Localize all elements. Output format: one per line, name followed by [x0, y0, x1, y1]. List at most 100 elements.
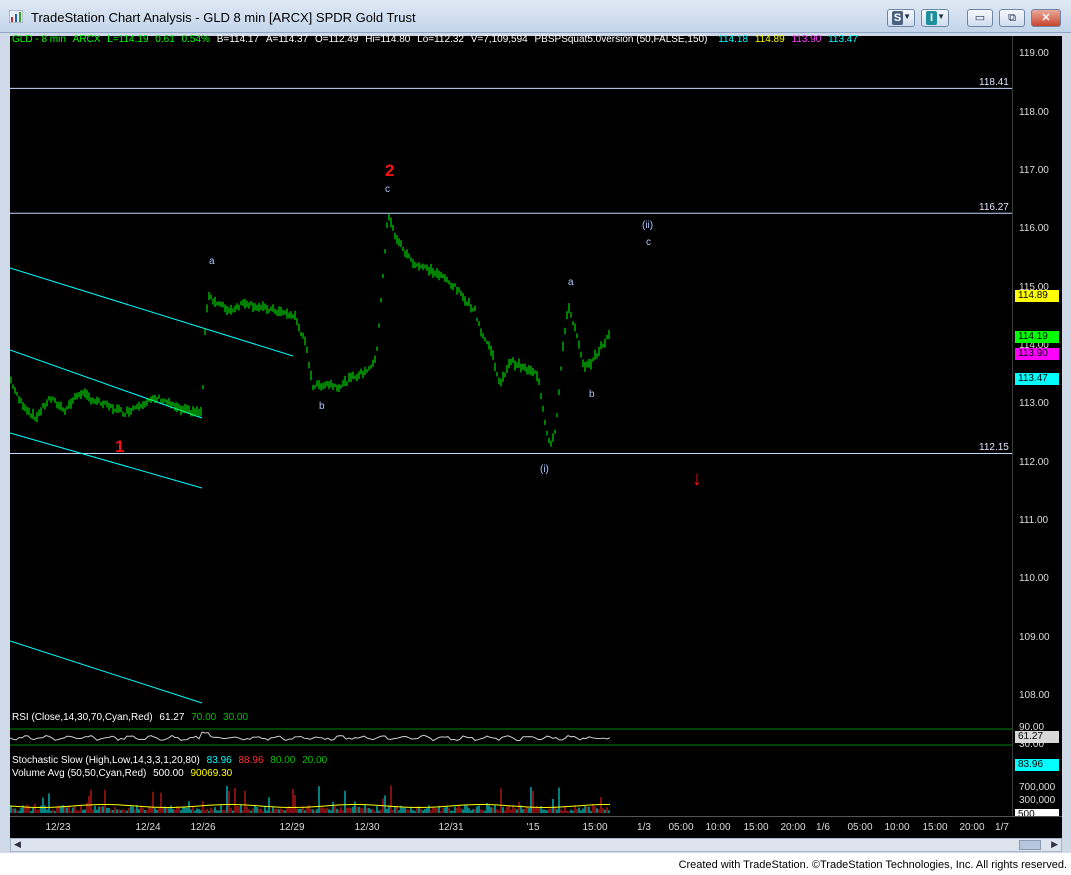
stoch-label: Stochastic Slow (High,Low,14,3,3,1,20,80…: [12, 755, 200, 766]
time-label: 12/31: [438, 822, 464, 833]
wave-label-ii: (ii): [642, 220, 654, 231]
minimize-button[interactable]: ▭: [967, 9, 993, 27]
price-label-113-90: 113.90: [1015, 348, 1059, 360]
price-tick: 117.00: [1019, 165, 1049, 176]
indicator-value-1: 114.18: [718, 34, 749, 45]
stoch-scale-value: 83.96: [1015, 759, 1059, 771]
wave-label-ii-c: c: [646, 237, 651, 248]
rsi-value: 61.27: [159, 712, 185, 723]
price-label-114-89: 114.89: [1015, 290, 1059, 302]
level-label-112-15: 112.15: [979, 442, 1009, 453]
indicator-name: PBSPSquat5.0version (50,FALSE,150): [534, 34, 708, 45]
wave-label-a-2: a: [568, 277, 574, 288]
s-glyph: S: [892, 11, 903, 25]
channel-line: [10, 267, 294, 357]
volume-value-1: 500.00: [153, 768, 184, 779]
price-tick: 113.00: [1019, 398, 1049, 409]
price-tick: 109.00: [1019, 632, 1050, 643]
volume-scale-700k: 700,000: [1019, 782, 1056, 793]
wave-label-b: b: [319, 401, 325, 412]
time-label: 15:00: [582, 822, 608, 833]
time-label: 12/30: [354, 822, 380, 833]
time-label: 20:00: [780, 822, 806, 833]
exchange-label: ARCX: [72, 34, 101, 45]
rsi-line: [10, 731, 611, 742]
time-label: 15:00: [922, 822, 948, 833]
volume-scale-300k: 300,000: [1019, 795, 1056, 806]
price-label-113-47: 113.47: [1015, 373, 1059, 385]
stoch-os-value: 20.00: [302, 755, 328, 766]
horizontal-scrollbar[interactable]: ◀ ▶: [10, 838, 1062, 852]
price-scale[interactable]: 119.00 118.00 117.00 116.00 115.00 114.0…: [1012, 36, 1062, 821]
footer-copyright: Created with TradeStation. ©TradeStation…: [678, 859, 1067, 871]
tradestation-app-icon: [9, 10, 23, 23]
time-label: 1/6: [816, 822, 830, 833]
low-price: Lo=112.32: [417, 34, 464, 45]
rsi-overbought: 70.00: [191, 712, 217, 723]
time-label: 05:00: [668, 822, 694, 833]
price-tick: 119.00: [1019, 48, 1049, 59]
time-axis[interactable]: 12/23 12/24 12/26 12/29 12/30 12/31 '15 …: [10, 816, 1062, 838]
stoch-d-value: 88.96: [238, 755, 264, 766]
s-menu-button[interactable]: S ▼: [887, 9, 915, 27]
i-menu-button[interactable]: I ▼: [921, 9, 949, 27]
scroll-left-icon[interactable]: ◀: [14, 839, 21, 850]
time-label: 05:00: [847, 822, 873, 833]
channel-line: [10, 349, 203, 419]
price-tick: 110.00: [1019, 573, 1049, 584]
title-bar: TradeStation Chart Analysis - GLD 8 min …: [0, 0, 1071, 33]
scroll-thumb[interactable]: [1019, 840, 1041, 850]
rsi-label-row: RSI (Close,14,30,70,Cyan,Red) 61.27 70.0…: [12, 712, 248, 724]
wave-label-b-2: b: [589, 389, 595, 400]
scroll-right-icon[interactable]: ▶: [1051, 839, 1058, 850]
stoch-ob-value: 80.00: [270, 755, 296, 766]
wave-label-c: c: [385, 184, 390, 195]
high-price: Hi=114.80: [365, 34, 411, 45]
volume-value: V=7,109,594: [470, 34, 528, 45]
chevron-down-icon: ▼: [903, 12, 911, 21]
price-tick: 112.00: [1019, 457, 1049, 468]
chart-plot: [10, 87, 1012, 813]
price-tick: 108.00: [1019, 690, 1050, 701]
price-tick: 118.00: [1019, 107, 1049, 118]
time-label: 15:00: [743, 822, 769, 833]
level-label-118-41: 118.41: [979, 77, 1009, 88]
volume-label-row: Volume Avg (50,50,Cyan,Red) 500.00 90069…: [12, 768, 232, 780]
close-button[interactable]: ✕: [1031, 9, 1061, 27]
volume-average-line: [10, 804, 610, 809]
last-price: L=114.19: [107, 34, 149, 45]
restore-button[interactable]: ⧉: [999, 9, 1025, 27]
window-title: TradeStation Chart Analysis - GLD 8 min …: [31, 10, 416, 25]
time-label: 12/29: [279, 822, 305, 833]
time-label: 12/26: [190, 822, 216, 833]
chart-header: GLD - 8 min ARCX L=114.19 0.61 0.54% B=1…: [12, 34, 858, 46]
net-change: 0.61: [155, 34, 175, 45]
rsi-oversold: 30.00: [223, 712, 249, 723]
rsi-label: RSI (Close,14,30,70,Cyan,Red): [12, 712, 153, 723]
time-label: '15: [526, 822, 540, 833]
price-tick: 116.00: [1019, 223, 1049, 234]
level-label-116-27: 116.27: [979, 202, 1009, 213]
stoch-k-value: 83.96: [206, 755, 232, 766]
volume-label: Volume Avg (50,50,Cyan,Red): [12, 768, 147, 779]
time-label: 20:00: [959, 822, 985, 833]
time-label: 1/7: [995, 822, 1009, 833]
indicator-value-4: 113.47: [828, 34, 858, 45]
channel-line: [10, 432, 203, 489]
price-label-114-19: 114.19: [1015, 331, 1059, 343]
chart-area[interactable]: GLD - 8 min ARCX L=114.19 0.61 0.54% B=1…: [10, 34, 1012, 816]
wave-label-1: 1: [115, 437, 125, 456]
wave-label-2: 2: [385, 161, 395, 180]
pct-change: 0.54%: [181, 34, 210, 45]
rsi-scale-bottom: 30.00: [1019, 739, 1045, 750]
time-label: 10:00: [705, 822, 731, 833]
time-label: 12/23: [45, 822, 71, 833]
i-glyph: I: [926, 11, 937, 25]
indicator-value-3: 113.90: [791, 34, 822, 45]
chevron-down-icon: ▼: [937, 12, 945, 21]
symbol-label: GLD - 8 min: [12, 34, 66, 45]
time-label: 12/24: [135, 822, 161, 833]
indicator-value-2: 114.89: [754, 34, 785, 45]
wave-label-i: (i): [540, 464, 549, 475]
ask-price: A=114.37: [265, 34, 309, 45]
